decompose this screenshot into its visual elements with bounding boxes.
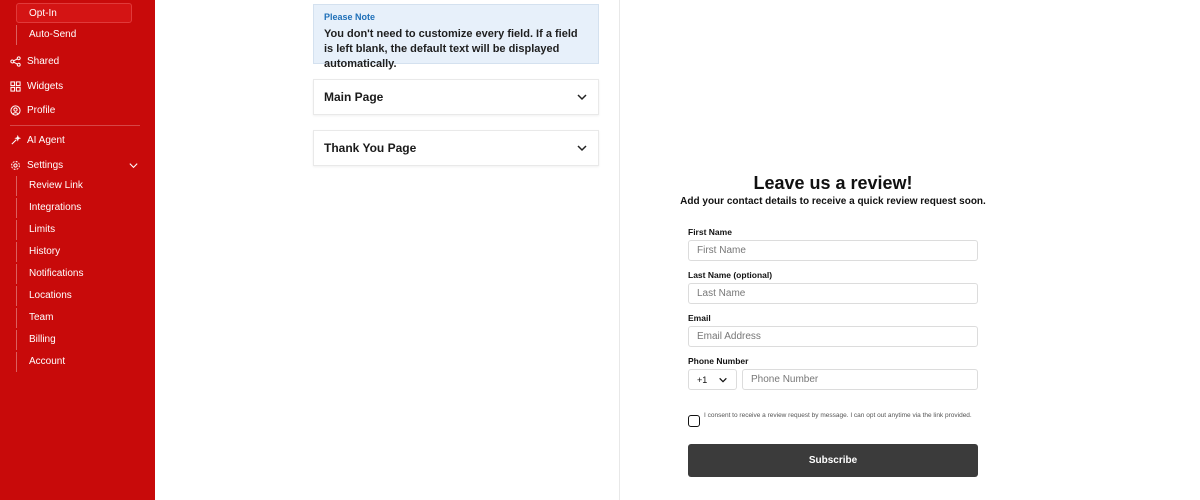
sidebar-item-label: Shared [27, 55, 60, 67]
sidebar-item-widgets[interactable]: Widgets [10, 75, 145, 97]
sidebar-subitem-notifications[interactable]: Notifications [16, 264, 132, 284]
chevron-down-icon[interactable] [576, 91, 588, 103]
note-title: Please Note [324, 12, 376, 22]
sidebar-item-label: AI Agent [27, 134, 65, 146]
country-code-select[interactable]: +1 [688, 369, 737, 390]
accordion-title: Main Page [324, 90, 384, 104]
sidebar-subitem-billing[interactable]: Billing [16, 330, 132, 350]
subscribe-button[interactable]: Subscribe [688, 444, 978, 477]
email-field[interactable] [688, 326, 978, 347]
profile-icon [10, 104, 21, 116]
accordion-thank-you-page[interactable]: Thank You Page [313, 130, 599, 166]
phone-field[interactable] [742, 369, 978, 390]
accordion-title: Thank You Page [324, 141, 417, 155]
consent-text: I consent to receive a review request by… [704, 412, 972, 419]
form-headline: Leave us a review! [753, 173, 913, 193]
form-preview: Leave us a review! Add your contact deta… [620, 0, 1200, 500]
chevron-down-icon [129, 162, 138, 168]
share-icon [10, 55, 21, 67]
consent-checkbox[interactable] [688, 415, 700, 427]
info-note: Please Note You don't need to customize … [313, 4, 599, 70]
first-name-field[interactable] [688, 240, 978, 261]
editor-panel: Please Note You don't need to customize … [155, 0, 620, 500]
sidebar-item-label: Widgets [27, 80, 64, 92]
note-text: You don't need to customize every field.… [324, 28, 578, 70]
chevron-down-icon[interactable] [576, 142, 588, 154]
sidebar-subitem-history[interactable]: History [16, 242, 132, 262]
widgets-icon [10, 80, 21, 92]
sidebar-subitem-opt-in[interactable]: Opt-In [16, 3, 132, 23]
sidebar-subitem-team[interactable]: Team [16, 308, 132, 328]
sidebar-divider [10, 125, 140, 126]
form-subheadline: Add your contact details to receive a qu… [680, 196, 986, 207]
sidebar-subitem-account[interactable]: Account [16, 352, 132, 372]
sidebar-subitem-locations[interactable]: Locations [16, 286, 132, 306]
gear-icon [11, 160, 20, 170]
last-name-field[interactable] [688, 283, 978, 304]
country-code-value: +1 [697, 374, 708, 385]
sidebar-subitem-limits[interactable]: Limits [16, 220, 132, 240]
sidebar-item-label: Settings [27, 159, 64, 171]
sidebar-item-profile[interactable]: Profile [10, 99, 145, 121]
first-name-label: First Name [688, 227, 732, 237]
last-name-label: Last Name (optional) [688, 270, 773, 280]
chevron-down-icon [719, 377, 727, 383]
sidebar-item-ai-agent[interactable]: AI Agent [10, 129, 145, 151]
sidebar-item-label: Profile [27, 104, 56, 116]
sidebar-item-shared[interactable]: Shared [10, 50, 145, 72]
sidebar-subitem-integrations[interactable]: Integrations [16, 198, 132, 218]
email-label: Email [688, 313, 711, 323]
phone-label: Phone Number [688, 356, 749, 366]
sidebar-subitem-review-link[interactable]: Review Link [16, 176, 132, 196]
sidebar: Opt-In Auto-Send Shared Widgets Profile … [0, 0, 155, 500]
sidebar-subitem-auto-send[interactable]: Auto-Send [16, 25, 132, 45]
ai-agent-icon [11, 134, 21, 145]
accordion-main-page[interactable]: Main Page [313, 79, 599, 115]
sidebar-item-settings[interactable]: Settings [10, 154, 145, 176]
